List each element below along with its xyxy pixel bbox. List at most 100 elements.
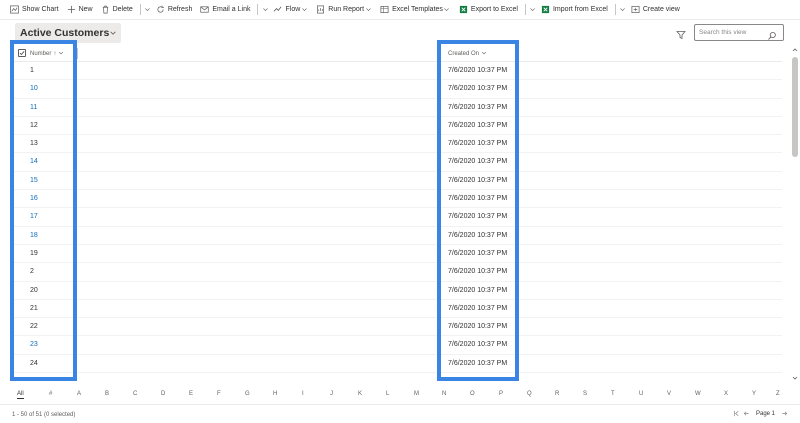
scroll-up-icon[interactable]: [792, 47, 798, 53]
select-all-checkbox[interactable]: [18, 49, 26, 57]
alpha-filter-w[interactable]: W: [695, 391, 701, 397]
number-cell[interactable]: 14: [30, 158, 38, 165]
export-excel-button[interactable]: Export to Excel: [455, 0, 522, 20]
flow-label: Flow: [285, 6, 301, 13]
alpha-filter-g[interactable]: G: [245, 391, 250, 397]
table-row[interactable]: 16 7/6/2020 10:37 PM: [14, 190, 782, 209]
table-row[interactable]: 2 7/6/2020 10:37 PM: [14, 263, 782, 282]
run-report-button[interactable]: Run Report: [312, 0, 376, 20]
search-input[interactable]: [695, 29, 767, 36]
alpha-filter-x[interactable]: X: [724, 391, 728, 397]
table-row[interactable]: 13 7/6/2020 10:37 PM: [14, 135, 782, 154]
number-cell[interactable]: 22: [30, 323, 38, 330]
filter-icon[interactable]: [676, 27, 686, 40]
excel-templates-button[interactable]: Excel Templates: [376, 0, 455, 20]
show-chart-button[interactable]: Show Chart: [6, 0, 63, 20]
alpha-filter-y[interactable]: Y: [752, 391, 756, 397]
alpha-filter-f[interactable]: F: [217, 391, 221, 397]
scroll-down-icon[interactable]: [792, 375, 798, 381]
number-cell[interactable]: 1: [30, 67, 34, 74]
previous-page-icon[interactable]: [743, 410, 750, 417]
scrollbar-thumb[interactable]: [792, 57, 798, 157]
table-row[interactable]: 18 7/6/2020 10:37 PM: [14, 227, 782, 245]
next-page-icon[interactable]: [781, 410, 788, 417]
alpha-filter-all[interactable]: All: [17, 391, 24, 399]
alpha-filter-s[interactable]: S: [583, 391, 587, 397]
alpha-filter-t[interactable]: T: [611, 391, 615, 397]
number-cell[interactable]: 13: [30, 140, 38, 147]
table-row[interactable]: 12 7/6/2020 10:37 PM: [14, 117, 782, 136]
table-row[interactable]: 10 7/6/2020 10:37 PM: [14, 80, 782, 99]
alpha-filter-d[interactable]: D: [161, 391, 165, 397]
column-header-created-on[interactable]: Created On: [448, 50, 487, 58]
alpha-filter-h[interactable]: H: [273, 391, 277, 397]
separator: [257, 4, 259, 15]
alphabet-filter-bar: All # A B C D E F G H I J K L M N O P Q …: [14, 388, 784, 402]
table-row[interactable]: 15 7/6/2020 10:37 PM: [14, 172, 782, 191]
grid-rows: 1 7/6/2020 10:37 PM 10 7/6/2020 10:37 PM 1…: [14, 62, 782, 374]
number-cell[interactable]: 21: [30, 305, 38, 312]
number-cell[interactable]: 16: [30, 195, 38, 202]
column-header-number[interactable]: Number ↑: [30, 50, 64, 58]
alpha-filter-m[interactable]: M: [414, 391, 419, 397]
import-excel-button[interactable]: Import from Excel: [537, 0, 612, 20]
alpha-filter-q[interactable]: Q: [527, 391, 532, 397]
alpha-filter-v[interactable]: V: [667, 391, 671, 397]
number-cell[interactable]: 11: [30, 104, 37, 111]
table-row[interactable]: 19 7/6/2020 10:37 PM: [14, 245, 782, 264]
number-cell[interactable]: 10: [30, 85, 38, 92]
vertical-scrollbar[interactable]: [791, 45, 799, 383]
chevron-down-icon[interactable]: [261, 6, 269, 13]
table-row[interactable]: 1 7/6/2020 10:37 PM: [14, 62, 782, 81]
table-row[interactable]: 21 7/6/2020 10:37 PM: [14, 300, 782, 319]
search-icon[interactable]: [767, 28, 777, 40]
alpha-filter-a[interactable]: A: [77, 391, 81, 397]
alpha-filter-r[interactable]: R: [555, 391, 559, 397]
number-cell[interactable]: 19: [30, 250, 38, 257]
number-cell[interactable]: 15: [30, 177, 38, 184]
flow-button[interactable]: Flow: [269, 0, 312, 20]
plus-icon: [67, 5, 76, 14]
alpha-filter-k[interactable]: K: [358, 391, 362, 397]
create-view-button[interactable]: Create view: [627, 0, 684, 20]
alpha-filter-j[interactable]: J: [330, 391, 333, 397]
delete-button[interactable]: Delete: [97, 0, 137, 20]
new-button[interactable]: New: [63, 0, 97, 20]
chevron-down-icon[interactable]: [529, 6, 537, 13]
view-selector[interactable]: Active Customers: [15, 23, 122, 43]
table-row[interactable]: 22 7/6/2020 10:37 PM: [14, 318, 782, 337]
number-cell[interactable]: 23: [30, 341, 38, 348]
number-cell[interactable]: 2: [30, 268, 34, 275]
alpha-filter-e[interactable]: E: [189, 391, 193, 397]
alpha-filter-n[interactable]: N: [442, 391, 446, 397]
number-cell[interactable]: 24: [30, 360, 38, 367]
alpha-filter-l[interactable]: L: [386, 391, 389, 397]
table-row[interactable]: 24 7/6/2020 10:37 PM: [14, 355, 782, 374]
number-cell[interactable]: 18: [30, 232, 38, 239]
alpha-filter-p[interactable]: P: [499, 391, 503, 397]
alpha-filter-b[interactable]: B: [105, 391, 109, 397]
first-page-icon[interactable]: [733, 410, 740, 417]
chevron-down-icon[interactable]: [144, 6, 152, 13]
number-cell[interactable]: 20: [30, 287, 38, 294]
column-divider[interactable]: [77, 48, 78, 59]
chevron-down-icon: [56, 50, 64, 58]
table-row[interactable]: 23 7/6/2020 10:37 PM: [14, 336, 782, 355]
refresh-button[interactable]: Refresh: [152, 0, 197, 20]
alpha-filter-o[interactable]: O: [470, 391, 475, 397]
report-icon: [316, 5, 325, 14]
number-cell[interactable]: 12: [30, 122, 38, 129]
table-row[interactable]: 20 7/6/2020 10:37 PM: [14, 282, 782, 300]
alpha-filter-z[interactable]: Z: [776, 391, 780, 397]
table-row[interactable]: 11 7/6/2020 10:37 PM: [14, 99, 782, 117]
alpha-filter-i[interactable]: I: [302, 391, 304, 397]
alpha-filter-hash[interactable]: #: [49, 391, 52, 397]
alpha-filter-c[interactable]: C: [133, 391, 137, 397]
number-cell[interactable]: 17: [30, 213, 38, 220]
chevron-down-icon[interactable]: [619, 6, 627, 13]
table-row[interactable]: 17 7/6/2020 10:37 PM: [14, 208, 782, 227]
email-link-label: Email a Link: [212, 6, 251, 13]
table-row[interactable]: 14 7/6/2020 10:37 PM: [14, 153, 782, 172]
email-link-button[interactable]: Email a Link: [196, 0, 254, 20]
alpha-filter-u[interactable]: U: [639, 391, 643, 397]
